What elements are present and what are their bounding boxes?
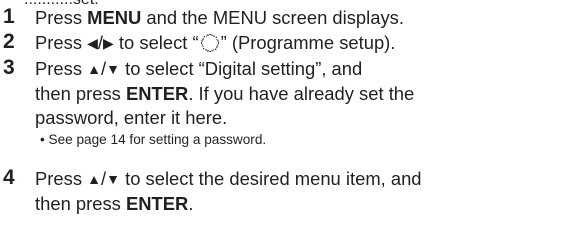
step-text: Press MENU and the MENU screen displays.: [35, 7, 404, 28]
step-number: 2: [3, 30, 15, 53]
step-number: 4: [3, 166, 15, 189]
down-arrow-icon: ▼: [106, 61, 120, 77]
step-number: 3: [3, 56, 15, 79]
down-arrow-icon: ▼: [106, 171, 120, 187]
enter-key-label: ENTER: [125, 193, 189, 214]
step-text: Press ▲/▼ to select “Digital setting”, a…: [35, 58, 415, 128]
step-text: Press ▲/▼ to select the desired menu ite…: [35, 168, 422, 214]
programme-setup-icon: [200, 33, 219, 53]
up-arrow-icon: ▲: [87, 61, 101, 77]
left-arrow-icon: ◀: [87, 35, 98, 51]
step-text: Press ◀/▶ to select “ ” (Programme setup…: [35, 32, 396, 53]
menu-key-label: MENU: [87, 7, 142, 28]
up-arrow-icon: ▲: [87, 171, 101, 187]
password-note: • See page 14 for setting a password.: [40, 132, 267, 147]
instruction-page: ...........set. 1 Press MENU and the MEN…: [0, 0, 576, 243]
right-arrow-icon: ▶: [103, 35, 114, 51]
step-number: 1: [3, 5, 15, 28]
enter-key-label: ENTER: [125, 83, 189, 104]
